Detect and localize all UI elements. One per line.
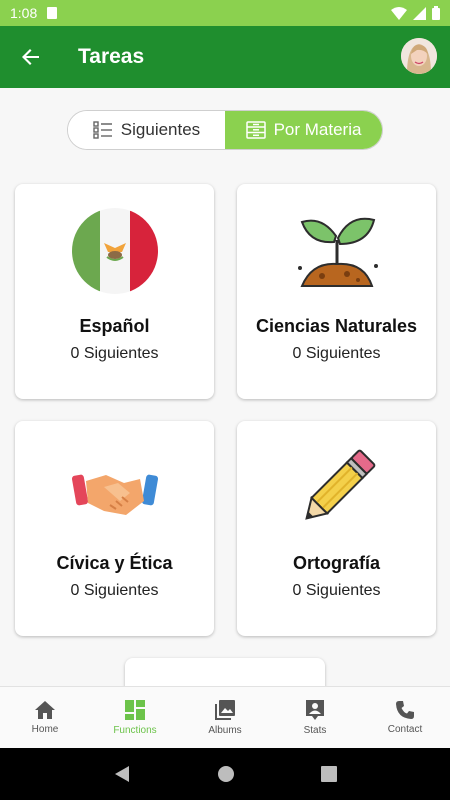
subject-count: 0 Siguientes bbox=[292, 345, 381, 362]
toggle-por-materia-label: Por Materia bbox=[273, 120, 362, 139]
checklist-icon bbox=[93, 121, 112, 139]
phone-icon bbox=[396, 701, 414, 719]
stats-icon bbox=[306, 700, 324, 720]
toggle-siguientes-label: Siguientes bbox=[120, 120, 201, 139]
signal-icon bbox=[413, 6, 426, 20]
subject-name: Cívica y Ética bbox=[56, 553, 173, 573]
subject-card-civica-y-etica[interactable]: Cívica y Ética 0 Siguientes bbox=[15, 421, 214, 636]
subject-name: Español bbox=[79, 316, 150, 336]
system-home-icon[interactable] bbox=[217, 765, 235, 783]
archive-icon bbox=[245, 121, 266, 139]
nav-stats[interactable]: Stats bbox=[270, 687, 360, 748]
sprout-icon bbox=[297, 217, 378, 287]
pencil-icon bbox=[304, 449, 375, 520]
page-title: Tareas bbox=[78, 45, 145, 68]
system-back-icon[interactable] bbox=[113, 765, 131, 783]
nav-contact[interactable]: Contact bbox=[360, 687, 450, 748]
toggle-por-materia[interactable]: Por Materia bbox=[225, 111, 382, 149]
subject-name: Ciencias Naturales bbox=[255, 316, 418, 336]
user-photo-icon bbox=[401, 38, 437, 74]
toggle-siguientes[interactable]: Siguientes bbox=[68, 111, 225, 149]
subject-card-ortografia[interactable]: Ortografía 0 Siguientes bbox=[237, 421, 436, 636]
nav-home-label: Home bbox=[31, 724, 59, 735]
home-icon bbox=[35, 701, 55, 719]
wifi-icon bbox=[391, 6, 407, 20]
arrow-back-icon bbox=[22, 49, 39, 65]
system-recents-icon[interactable] bbox=[321, 766, 337, 782]
mexico-flag-icon bbox=[71, 208, 158, 294]
subject-count: 0 Siguientes bbox=[70, 582, 159, 599]
dashboard-icon bbox=[125, 700, 145, 720]
battery-icon bbox=[432, 6, 440, 20]
system-navigation-bar bbox=[0, 748, 450, 800]
nav-functions[interactable]: Functions bbox=[90, 687, 180, 748]
nav-contact-label: Contact bbox=[387, 724, 423, 735]
nav-functions-label: Functions bbox=[113, 725, 157, 736]
status-icons bbox=[391, 6, 440, 20]
nav-home[interactable]: Home bbox=[0, 687, 90, 748]
sim-card-icon bbox=[47, 7, 58, 19]
nav-albums[interactable]: Albums bbox=[180, 687, 270, 748]
back-button[interactable] bbox=[0, 26, 62, 88]
nav-albums-label: Albums bbox=[208, 725, 242, 736]
view-toggle: Siguientes Por Materia bbox=[67, 110, 383, 150]
subject-card-ciencias-naturales[interactable]: Ciencias Naturales 0 Siguientes bbox=[237, 184, 436, 399]
subject-count: 0 Siguientes bbox=[70, 345, 159, 362]
handshake-icon bbox=[71, 474, 158, 515]
subject-name: Ortografía bbox=[292, 553, 380, 573]
nav-stats-label: Stats bbox=[303, 725, 327, 736]
subject-count: 0 Siguientes bbox=[292, 582, 381, 599]
bottom-navigation: Home Functions Albums Stats Contact bbox=[0, 686, 450, 748]
avatar[interactable] bbox=[401, 38, 437, 74]
status-time: 1:08 bbox=[10, 5, 38, 21]
photo-library-icon bbox=[215, 700, 235, 720]
app-bar: Tareas bbox=[0, 26, 450, 88]
status-bar: 1:08 bbox=[0, 0, 450, 26]
subject-card-espanol[interactable]: Español 0 Siguientes bbox=[15, 184, 214, 399]
